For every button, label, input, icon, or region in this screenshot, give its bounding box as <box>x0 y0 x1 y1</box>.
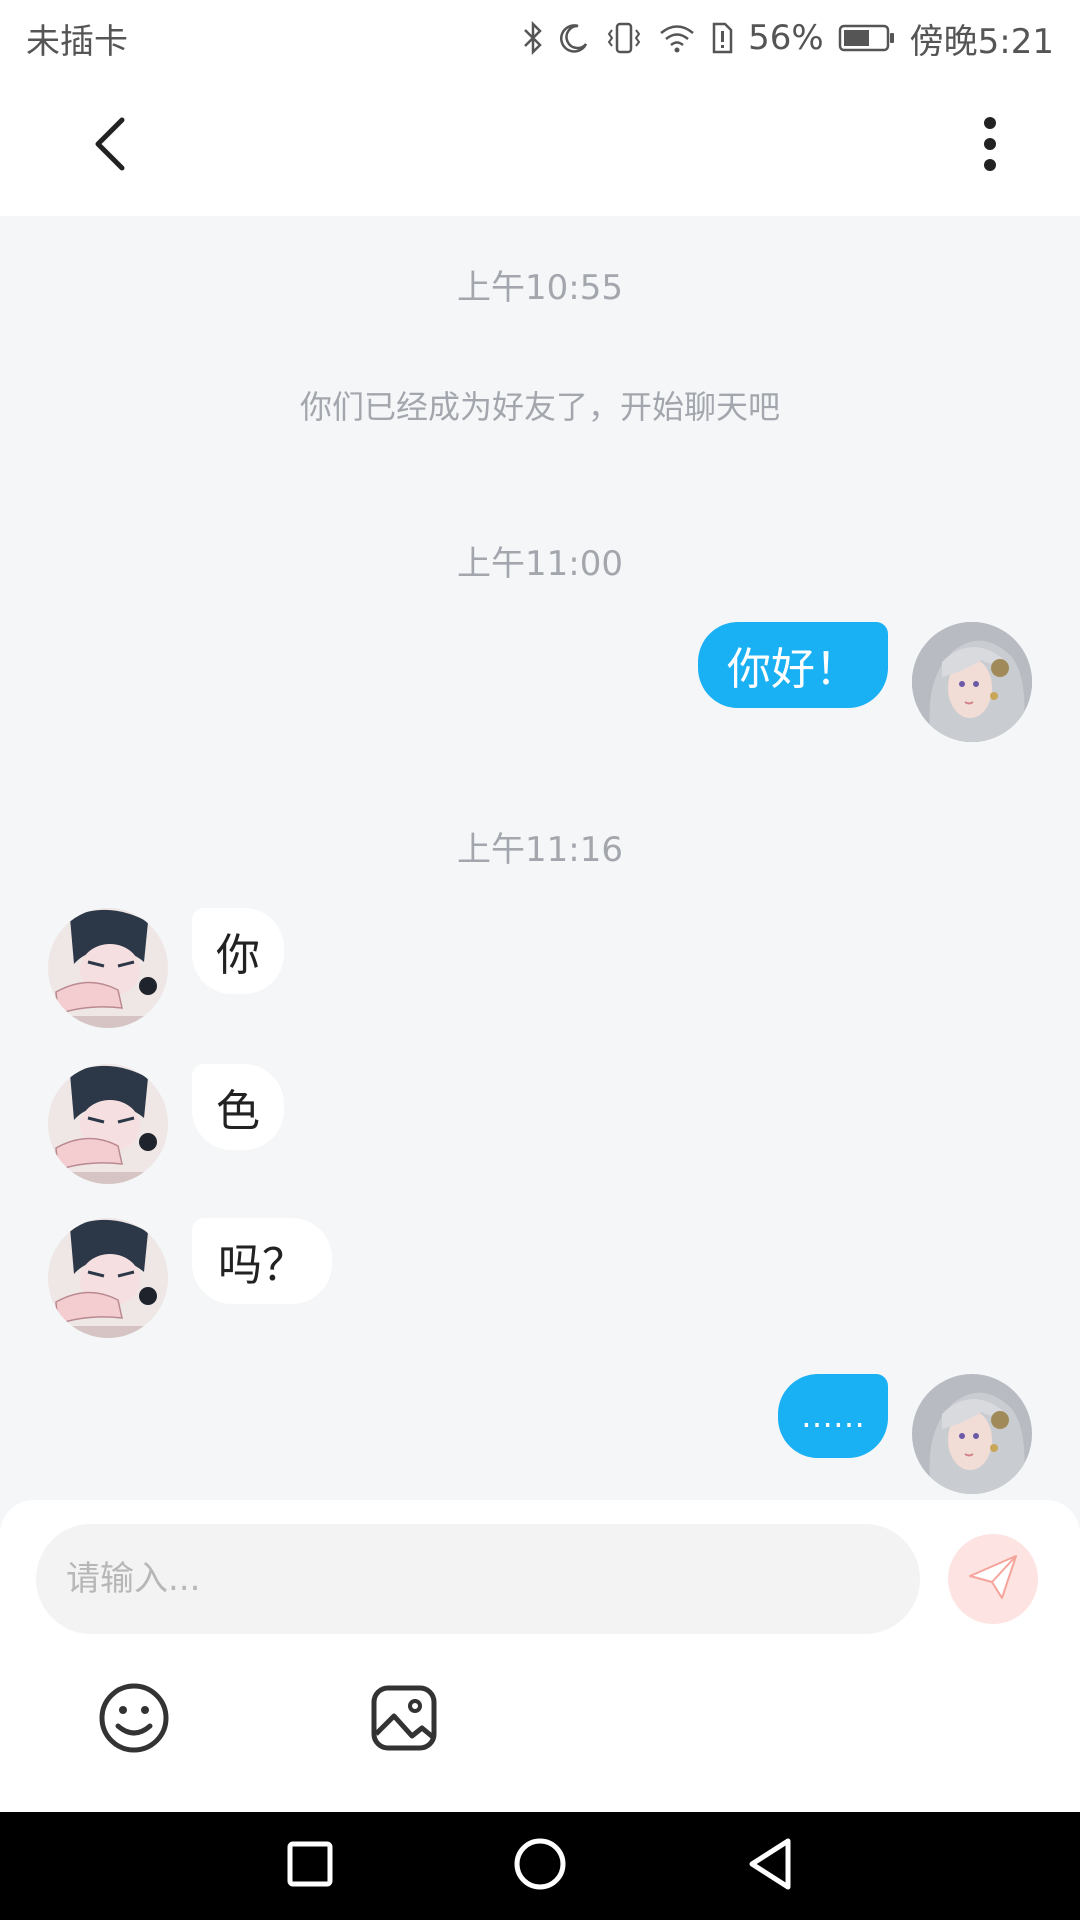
friend-avatar[interactable] <box>48 1218 168 1338</box>
image-button[interactable] <box>364 1680 444 1760</box>
circle-icon <box>513 1837 567 1895</box>
system-navigation-bar <box>0 1812 1080 1920</box>
my-avatar[interactable] <box>912 1374 1032 1494</box>
paper-plane-icon <box>968 1554 1018 1604</box>
clock: 傍晚5:21 <box>909 21 1054 62</box>
emoji-button[interactable] <box>94 1680 174 1760</box>
message-text: 你 <box>216 930 260 981</box>
back-button[interactable] <box>70 106 150 186</box>
friend-avatar[interactable] <box>48 1064 168 1184</box>
carrier-label: 未插卡 <box>26 21 128 62</box>
incoming-message[interactable]: 色 <box>192 1064 284 1150</box>
timestamp: 上午11:16 <box>457 830 623 870</box>
chevron-left-icon <box>92 116 128 176</box>
outgoing-message[interactable]: …… <box>778 1374 888 1458</box>
chat-header <box>0 76 1080 216</box>
message-text: 色 <box>216 1086 260 1137</box>
battery-icon <box>838 23 896 53</box>
send-button[interactable] <box>948 1534 1038 1624</box>
recents-button[interactable] <box>280 1836 340 1896</box>
status-indicators: 56% 傍晚5:21 <box>522 14 1054 63</box>
more-options-button[interactable] <box>950 106 1030 186</box>
wifi-icon <box>658 23 696 53</box>
message-text: 你好！ <box>727 644 859 695</box>
triangle-back-icon <box>746 1837 794 1895</box>
friend-avatar[interactable] <box>48 908 168 1028</box>
message-input[interactable] <box>36 1524 920 1634</box>
timestamp: 上午11:00 <box>457 544 623 584</box>
message-text: 吗？ <box>218 1240 306 1291</box>
vibrate-icon <box>604 21 644 55</box>
home-button[interactable] <box>510 1836 570 1896</box>
message-list[interactable]: 上午10:55 你们已经成为好友了，开始聊天吧 上午11:00 你好！ 上午11… <box>0 216 1080 1500</box>
back-nav-button[interactable] <box>740 1836 800 1896</box>
smiley-icon <box>98 1682 170 1758</box>
timestamp: 上午10:55 <box>457 268 623 308</box>
my-avatar[interactable] <box>912 622 1032 742</box>
bluetooth-icon <box>522 21 544 55</box>
incoming-message[interactable]: 你 <box>192 908 284 994</box>
battery-percent: 56% <box>748 18 824 58</box>
message-composer <box>0 1500 1080 1812</box>
outgoing-message[interactable]: 你好！ <box>698 622 888 708</box>
more-vertical-icon <box>983 116 997 176</box>
image-icon <box>370 1684 438 1756</box>
moon-icon <box>558 22 590 54</box>
incoming-message[interactable]: 吗？ <box>192 1218 332 1304</box>
square-icon <box>287 1841 333 1891</box>
alert-icon <box>710 22 734 54</box>
status-bar: 未插卡 56% 傍晚5:21 <box>0 0 1080 76</box>
system-message: 你们已经成为好友了，开始聊天吧 <box>299 388 780 426</box>
message-text: …… <box>801 1397 865 1435</box>
